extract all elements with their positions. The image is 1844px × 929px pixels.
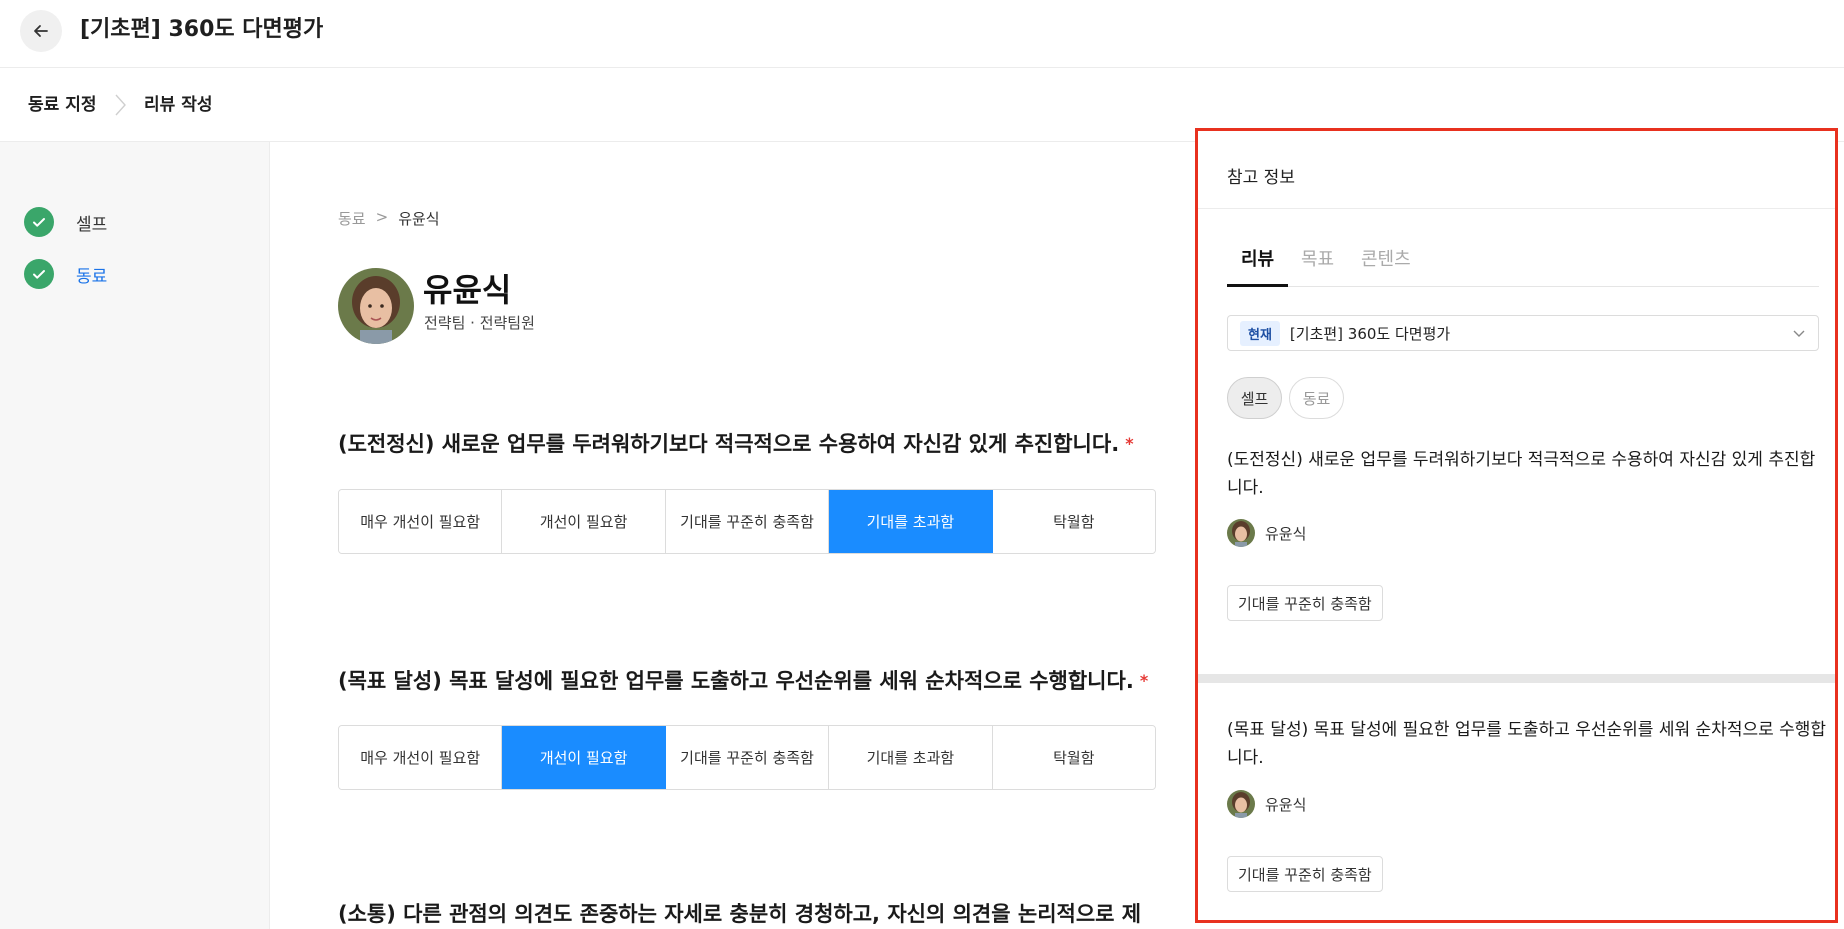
required-mark: * bbox=[1125, 434, 1134, 453]
question-title: (목표 달성) 목표 달성에 필요한 업무를 도출하고 우선순위를 세워 순차적… bbox=[338, 666, 1148, 696]
step-write-review[interactable]: 리뷰 작성 bbox=[144, 94, 212, 116]
review-cycle-select[interactable]: 현재 [기초편] 360도 다면평가 bbox=[1227, 315, 1819, 351]
rating-option[interactable]: 기대를 초과함 bbox=[829, 726, 993, 789]
avatar bbox=[1227, 519, 1255, 547]
sidebar-item-label: 동료 bbox=[76, 266, 108, 287]
breadcrumb-current: 유윤식 bbox=[398, 210, 440, 228]
question-title: (도전정신) 새로운 업무를 두려워하기보다 적극적으로 수용하여 자신감 있게… bbox=[338, 429, 1134, 459]
person-name: 유윤식 bbox=[423, 271, 512, 309]
rating-option[interactable]: 개선이 필요함 bbox=[502, 490, 666, 553]
panel-title: 참고 정보 bbox=[1227, 168, 1295, 188]
filter-pill-peer[interactable]: 동료 bbox=[1289, 377, 1344, 419]
review-main: 동료 > 유윤식 유윤식 전략팀 · 전략팀원 (도전정신) 새로운 업무를 두… bbox=[271, 142, 1191, 929]
reference-user-name: 유윤식 bbox=[1265, 524, 1307, 543]
reference-user: 유윤식 bbox=[1227, 790, 1306, 818]
reference-user-name: 유윤식 bbox=[1265, 795, 1307, 814]
rating-option-selected[interactable]: 개선이 필요함 bbox=[502, 726, 666, 789]
rating-option[interactable]: 기대를 꾸준히 충족함 bbox=[665, 726, 830, 789]
required-mark: * bbox=[1139, 671, 1149, 690]
rating-option[interactable]: 기대를 꾸준히 충족함 bbox=[665, 490, 830, 553]
reference-answer: 기대를 꾸준히 충족함 bbox=[1227, 856, 1383, 892]
sidebar-item-self[interactable]: 셀프 bbox=[24, 207, 107, 237]
question-text: (도전정신) 새로운 업무를 두려워하기보다 적극적으로 수용하여 자신감 있게… bbox=[338, 432, 1120, 456]
panel-header: 참고 정보 bbox=[1198, 131, 1835, 209]
panel-tabs: 리뷰 목표 콘텐츠 bbox=[1227, 245, 1819, 287]
filter-pill-self[interactable]: 셀프 bbox=[1227, 377, 1282, 419]
rating-option[interactable]: 매우 개선이 필요함 bbox=[339, 490, 503, 553]
rating-scale: 매우 개선이 필요함 개선이 필요함 기대를 꾸준히 충족함 기대를 초과함 탁… bbox=[338, 725, 1156, 790]
rating-option[interactable]: 탁월함 bbox=[992, 490, 1155, 553]
top-header: [기초편] 360도 다면평가 bbox=[0, 0, 1844, 68]
reference-answer: 기대를 꾸준히 충족함 bbox=[1227, 585, 1383, 621]
question-title: (소통) 다른 관점의 의견도 존중하는 자세로 충분히 경청하고, 자신의 의… bbox=[338, 899, 1141, 929]
breadcrumb-separator: > bbox=[375, 208, 389, 226]
current-badge: 현재 bbox=[1240, 320, 1280, 346]
chevron-down-icon bbox=[1793, 330, 1805, 337]
sidebar: 셀프 동료 bbox=[0, 142, 270, 929]
step-assign-peers[interactable]: 동료 지정 bbox=[28, 94, 96, 116]
question-text: (목표 달성) 목표 달성에 필요한 업무를 도출하고 우선순위를 세워 순차적… bbox=[338, 669, 1134, 693]
rating-option[interactable]: 탁월함 bbox=[992, 726, 1155, 789]
reference-question: (도전정신) 새로운 업무를 두려워하기보다 적극적으로 수용하여 자신감 있게… bbox=[1227, 450, 1816, 498]
tab-review[interactable]: 리뷰 bbox=[1227, 245, 1289, 287]
avatar bbox=[338, 268, 414, 344]
reference-question: (목표 달성) 목표 달성에 필요한 업무를 도출하고 우선순위를 세워 순차적… bbox=[1227, 720, 1827, 768]
rating-option[interactable]: 매우 개선이 필요함 bbox=[339, 726, 503, 789]
rating-scale: 매우 개선이 필요함 개선이 필요함 기대를 꾸준히 충족함 기대를 초과함 탁… bbox=[338, 489, 1156, 554]
tab-goals[interactable]: 목표 bbox=[1301, 245, 1334, 287]
question-text: (소통) 다른 관점의 의견도 존중하는 자세로 충분히 경청하고, 자신의 의… bbox=[338, 902, 1142, 926]
sidebar-item-peer[interactable]: 동료 bbox=[24, 259, 107, 289]
person-department: 전략팀 · 전략팀원 bbox=[424, 314, 535, 332]
rating-option-selected[interactable]: 기대를 초과함 bbox=[829, 490, 993, 553]
back-button[interactable] bbox=[20, 10, 62, 52]
sidebar-item-label: 셀프 bbox=[76, 214, 108, 235]
check-icon bbox=[24, 259, 54, 289]
page-title: [기초편] 360도 다면평가 bbox=[80, 17, 324, 42]
select-value: [기초편] 360도 다면평가 bbox=[1289, 324, 1451, 343]
avatar bbox=[1227, 790, 1255, 818]
breadcrumb: 동료 > 유윤식 bbox=[338, 208, 440, 229]
reference-user: 유윤식 bbox=[1227, 519, 1306, 547]
arrow-left-icon bbox=[34, 25, 48, 37]
chevron-right-icon bbox=[115, 94, 126, 116]
tab-contents[interactable]: 콘텐츠 bbox=[1361, 245, 1411, 287]
breadcrumb-parent[interactable]: 동료 bbox=[338, 208, 366, 229]
section-divider bbox=[1198, 674, 1835, 683]
reference-panel: 참고 정보 리뷰 목표 콘텐츠 현재 [기초편] 360도 다면평가 셀프 동료… bbox=[1195, 128, 1838, 923]
check-icon bbox=[24, 207, 54, 237]
